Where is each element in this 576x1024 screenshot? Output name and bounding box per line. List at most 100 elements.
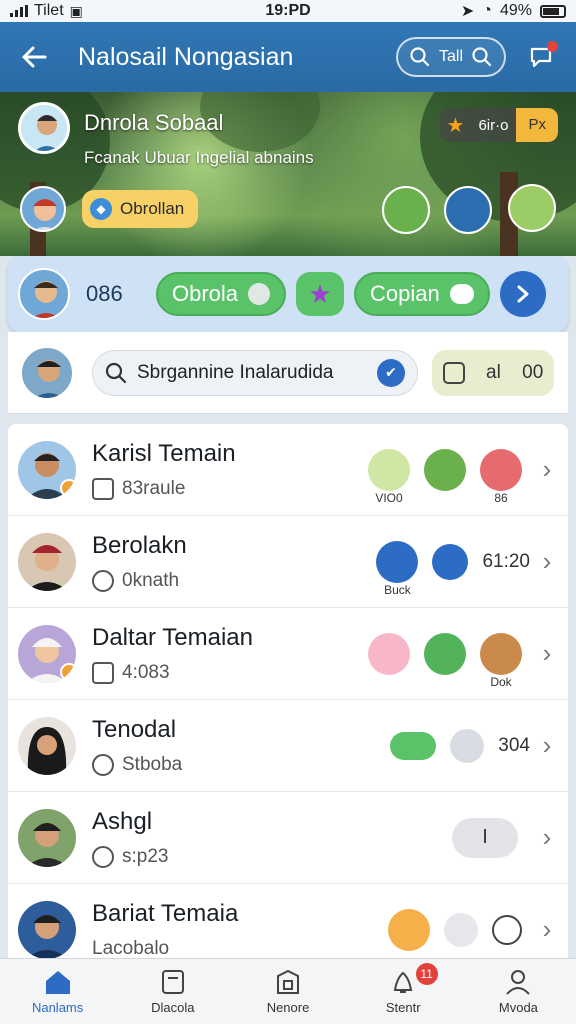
- nav-label: Nanlams: [31, 1000, 84, 1015]
- avatar: [18, 624, 76, 683]
- user-avatar[interactable]: [20, 345, 74, 400]
- list-item[interactable]: Karisl Temain 83raule VIO0 86 ›: [8, 424, 568, 516]
- list-item[interactable]: Berolakn 0knath Buck 61:20 ›: [8, 516, 568, 608]
- notification-badge: 11: [415, 963, 438, 985]
- page-title: Nalosail Nongasian: [78, 42, 294, 71]
- nav-item-document[interactable]: Dlacola: [115, 959, 230, 1024]
- filter-button[interactable]: al 00: [432, 349, 554, 396]
- points-chip[interactable]: ★ 6ir·o Px: [440, 108, 558, 142]
- character-icon[interactable]: [444, 186, 492, 234]
- notifications-button[interactable]: [524, 39, 560, 75]
- clock-icon: [92, 845, 114, 868]
- nav-item-store[interactable]: Nenore: [230, 959, 345, 1024]
- search-button-label: Tall: [438, 48, 463, 65]
- contact-meta: 0knath: [122, 569, 180, 591]
- chevron-right-icon: ›: [542, 638, 552, 668]
- contact-meta: s:p23: [122, 845, 169, 867]
- star-icon: ★: [446, 114, 465, 137]
- profile-name: Dnrola Sobaal: [84, 110, 224, 135]
- character-icon[interactable]: [382, 186, 430, 234]
- video-icon[interactable]: [432, 543, 469, 580]
- toggle-icon[interactable]: [390, 731, 437, 760]
- avatar: [18, 808, 76, 867]
- points-chip-badge: Px: [516, 108, 558, 142]
- contact-name: Bariat Temaia: [92, 899, 239, 927]
- contact-name: Karisl Temain: [92, 439, 236, 467]
- quick-action-bar: 086 Obrola ★ Copian: [8, 256, 568, 332]
- messenger-icon: [92, 753, 114, 776]
- chevron-right-icon: ›: [542, 546, 552, 576]
- clock: 19:PD: [265, 2, 311, 19]
- user-avatar[interactable]: [18, 268, 70, 320]
- list-item[interactable]: Ashgl s:p23 I ›: [8, 792, 568, 884]
- chevron-right-icon: ›: [542, 730, 552, 760]
- nav-item-profile[interactable]: Mvoda: [461, 959, 576, 1024]
- avatar: [18, 532, 76, 591]
- list-item[interactable]: Bariat Temaia Lacobalo ›: [8, 884, 568, 958]
- chevron-right-icon: ›: [542, 822, 552, 852]
- clock-icon: [92, 569, 114, 592]
- hero-tag-button[interactable]: ◆ Obrollan: [82, 190, 199, 228]
- favorite-button[interactable]: ★: [296, 272, 345, 316]
- sticker-icon[interactable]: VIO0: [368, 448, 410, 505]
- diamond-icon: ◆: [90, 198, 112, 220]
- nav-item-alerts[interactable]: Stentr 11: [346, 959, 461, 1024]
- search-icon: [410, 47, 430, 67]
- search-input[interactable]: Sbrgannine Inalarudida ✔: [92, 349, 418, 396]
- back-button[interactable]: [16, 39, 52, 75]
- location-icon: ➤: [460, 3, 475, 20]
- list-item[interactable]: Daltar Temaian 4:083 Dok ›: [8, 608, 568, 700]
- row-value: 304: [498, 734, 530, 756]
- contact-name: Ashgl: [92, 807, 153, 835]
- person-icon: [506, 970, 531, 995]
- chevron-right-icon: ›: [542, 454, 552, 484]
- avatar: [18, 900, 76, 958]
- battery-percent: 49%: [499, 2, 532, 19]
- chat-icon[interactable]: [450, 728, 485, 763]
- contact-meta: 83raule: [122, 477, 186, 499]
- flower-icon[interactable]: [444, 912, 478, 947]
- search-icon: [472, 47, 491, 67]
- mascot-label: Dok: [490, 674, 512, 689]
- nav-label: Nenore: [266, 1000, 310, 1015]
- character-icon[interactable]: [424, 448, 466, 491]
- image-icon: [92, 661, 114, 684]
- store-icon: [277, 969, 299, 994]
- mascot-icon[interactable]: Dok: [480, 632, 522, 689]
- gallery-icon: ▣: [69, 2, 83, 19]
- filter-count: 00: [522, 361, 544, 383]
- verified-icon: ✔: [377, 358, 405, 387]
- link-label: Buck: [384, 582, 411, 597]
- game-icon[interactable]: 86: [480, 448, 522, 505]
- sticker-label: VIO0: [375, 490, 403, 505]
- character-icon[interactable]: [424, 632, 466, 675]
- checkbox-icon: [442, 361, 465, 384]
- search-button[interactable]: Tall: [396, 37, 506, 77]
- action-pill[interactable]: I: [452, 817, 518, 858]
- chevron-right-icon: [517, 285, 529, 303]
- filter-label: al: [486, 361, 501, 383]
- copy-action-button[interactable]: Copian: [354, 272, 490, 316]
- emoji-icon[interactable]: [368, 632, 410, 675]
- bell-icon: [394, 971, 413, 993]
- contact-meta: 4:083: [122, 661, 170, 683]
- document-icon: [161, 970, 184, 994]
- nav-item-home[interactable]: Nanlams: [0, 959, 115, 1024]
- smiley-icon[interactable]: [492, 914, 522, 945]
- profile-avatar[interactable]: [18, 102, 70, 154]
- app-bar: Nalosail Nongasian Tall: [0, 22, 576, 92]
- chat-action-button[interactable]: Obrola: [156, 272, 287, 316]
- nav-label: Stentr: [385, 1000, 421, 1015]
- link-icon[interactable]: Buck: [376, 540, 419, 597]
- character-avatar[interactable]: [20, 186, 66, 232]
- profile-subtitle: Fcanak Ubuar Ingelial abnains: [84, 148, 314, 167]
- emoji-icon[interactable]: [388, 908, 430, 951]
- nav-label: Dlacola: [151, 1000, 195, 1015]
- next-button[interactable]: [499, 271, 546, 317]
- chevron-right-icon: ›: [542, 914, 552, 944]
- bottom-nav: Nanlams Dlacola Nenore Stentr 11 Mvoda: [0, 958, 576, 1024]
- list-item[interactable]: Tenodal Stboba 304 ›: [8, 700, 568, 792]
- contact-meta: Stboba: [122, 753, 183, 775]
- character-icon[interactable]: [508, 184, 556, 232]
- game-label: 86: [494, 490, 508, 505]
